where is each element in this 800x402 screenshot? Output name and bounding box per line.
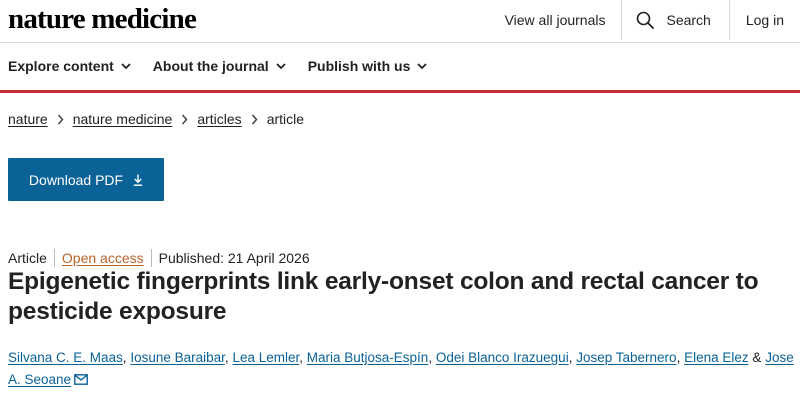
author-separator: , [122, 350, 127, 365]
search-button[interactable]: Search [621, 0, 728, 40]
publish-with-us-menu[interactable]: Publish with us [308, 54, 428, 78]
author-link[interactable]: Josep Tabernero [576, 350, 676, 365]
journal-logo[interactable]: nature medicine [8, 4, 197, 34]
download-pdf-button[interactable]: Download PDF [8, 158, 164, 201]
about-journal-menu[interactable]: About the journal [153, 54, 286, 78]
author-link[interactable]: Odei Blanco Irazuegui [436, 350, 569, 365]
breadcrumb-nature[interactable]: nature [8, 111, 48, 127]
chevron-right-icon [182, 114, 188, 124]
login-link[interactable]: Log in [728, 0, 800, 40]
published-date: Published: 21 April 2026 [158, 250, 310, 266]
top-nav: View all journals Search Log in [489, 0, 800, 40]
about-journal-label: About the journal [152, 58, 269, 74]
author-list: Silvana C. E. Maas, Iosune Baraibar, Lea… [8, 347, 798, 391]
publish-with-us-label: Publish with us [307, 58, 411, 74]
chevron-right-icon [57, 114, 64, 124]
secondary-nav: Explore content About the journal Publis… [8, 54, 449, 78]
chevron-down-icon [417, 63, 427, 70]
search-icon [637, 11, 655, 29]
breadcrumb-articles[interactable]: articles [197, 111, 241, 127]
author-separator: , [299, 350, 303, 365]
explore-content-label: Explore content [8, 58, 114, 74]
download-arrow-icon [133, 174, 143, 186]
meta-divider [150, 249, 152, 267]
author-link[interactable]: Lea Lemler [232, 350, 299, 365]
author-separator: , [224, 350, 229, 365]
author-separator: , [428, 350, 433, 365]
brand-rule [0, 90, 800, 93]
chevron-right-icon [251, 114, 258, 124]
author-link[interactable]: Silvana C. E. Maas [8, 350, 123, 365]
article-meta: Article Open access Published: 21 April … [8, 249, 310, 267]
breadcrumb-nature-medicine[interactable]: nature medicine [73, 111, 173, 127]
author-separator: , [676, 350, 681, 365]
site-header: nature medicine View all journals Search… [0, 0, 800, 40]
chevron-down-icon [276, 63, 286, 70]
mail-icon[interactable] [74, 374, 88, 385]
breadcrumb: nature nature medicine articles article [8, 111, 304, 127]
search-label: Search [666, 12, 711, 28]
breadcrumb-current: article [266, 111, 305, 127]
author-link[interactable]: Elena Elez [684, 350, 749, 365]
author-joiner: & [752, 350, 762, 365]
explore-content-menu[interactable]: Explore content [8, 54, 131, 78]
header-divider [0, 42, 800, 43]
chevron-down-icon [121, 63, 131, 70]
open-access-link[interactable]: Open access [62, 250, 144, 266]
author-separator: , [568, 350, 573, 365]
meta-divider [53, 249, 55, 267]
article-type: Article [8, 250, 47, 266]
view-all-journals-link[interactable]: View all journals [489, 0, 622, 40]
article-title: Epigenetic fingerprints link early-onset… [8, 268, 759, 325]
download-pdf-label: Download PDF [28, 171, 124, 188]
author-link[interactable]: Maria Butjosa-Espín [307, 350, 429, 365]
author-link[interactable]: Iosune Baraibar [130, 350, 225, 365]
